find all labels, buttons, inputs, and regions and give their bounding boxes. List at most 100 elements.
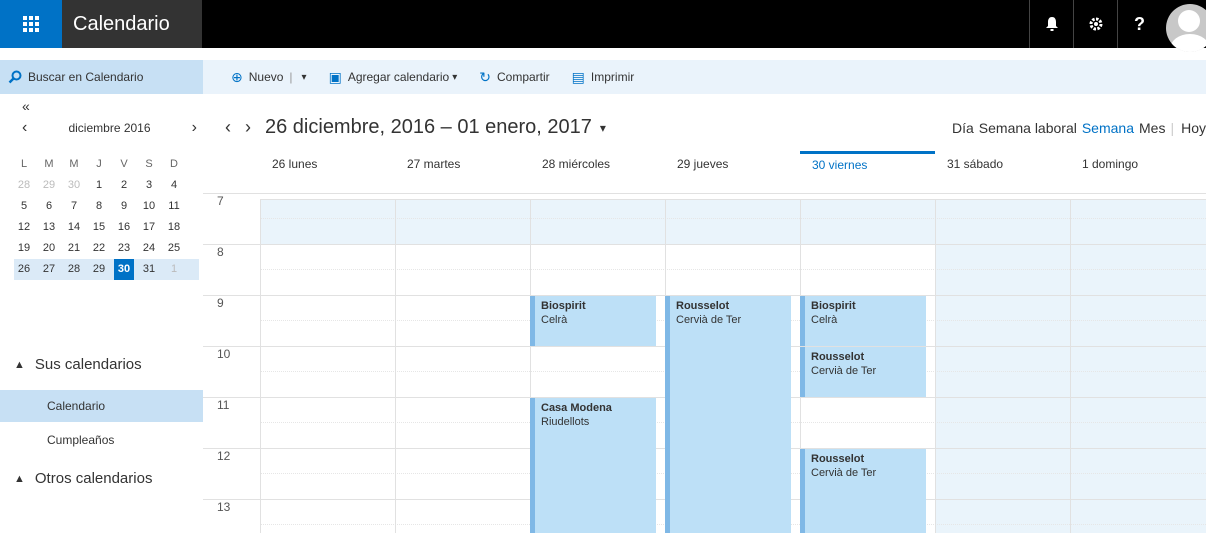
view-month[interactable]: Mes [1139, 120, 1165, 136]
left-navigation: « ‹ diciembre 2016 › L M M J V S D 28 29 30 1 2 3 4 5 6… [0, 94, 203, 533]
chevron-left-icon[interactable]: ‹ [22, 119, 42, 137]
mini-calendar-day[interactable]: 12 [14, 217, 34, 238]
calendar-add-icon: ▣ [328, 68, 342, 85]
calendar-event[interactable]: Rousselot Cervià de Ter [800, 449, 926, 533]
chevron-right-icon[interactable]: › [177, 119, 197, 137]
weekday-label: M [44, 158, 54, 170]
mini-calendar-day[interactable]: 17 [139, 217, 159, 238]
mini-calendar-day[interactable]: 4 [164, 175, 184, 196]
calendar-event[interactable]: Biospirit Celrà [530, 296, 656, 346]
calendar-event[interactable]: Casa Modena Riudellots [530, 398, 656, 533]
mini-calendar-day[interactable]: 30 [64, 175, 84, 196]
settings-button[interactable] [1073, 0, 1117, 48]
day-header[interactable]: 30 viernes [800, 151, 935, 177]
hour-divider [203, 193, 1206, 194]
mini-calendar-day[interactable]: 23 [114, 238, 134, 259]
mini-calendar-day[interactable]: 29 [39, 175, 59, 196]
all-day-row[interactable] [260, 178, 1206, 200]
share-icon: ↻ [479, 68, 491, 85]
mini-calendar-day[interactable]: 28 [14, 175, 34, 196]
avatar[interactable] [1166, 4, 1206, 52]
app-launcher-button[interactable] [0, 0, 62, 48]
weekday-label: S [145, 158, 153, 170]
previous-week-icon[interactable]: ‹ [225, 117, 231, 138]
day-column-divider [1070, 200, 1071, 533]
mini-calendar-day[interactable]: 7 [64, 196, 84, 217]
your-calendars-label: Sus calendarios [34, 356, 142, 373]
mini-calendar-day[interactable]: 30 [114, 259, 134, 280]
mini-calendar-day[interactable]: 13 [39, 217, 59, 238]
mini-calendar-day[interactable]: 19 [14, 238, 34, 259]
event-title: Rousselot [811, 351, 865, 363]
mini-calendar-day[interactable]: 14 [64, 217, 84, 238]
gear-icon [1089, 17, 1102, 31]
event-location: Cervià de Ter [811, 365, 877, 377]
day-column-divider [395, 200, 396, 533]
date-range-nav: ‹ › 26 diciembre, 2016 – 01 enero, 2017 … [225, 116, 606, 139]
day-header[interactable]: 31 sábado [935, 151, 1070, 177]
chevron-down-icon[interactable]: ▾ [302, 72, 307, 83]
other-calendars-header[interactable]: ▲ Otros calendarios [0, 470, 152, 487]
sidebar-item-cumpleanos[interactable]: Cumpleaños [0, 424, 203, 456]
mini-calendar-day[interactable]: 27 [39, 259, 59, 280]
mini-calendar-day[interactable]: 6 [39, 196, 59, 217]
your-calendars-header[interactable]: ▲ Sus calendarios [0, 356, 142, 373]
new-button[interactable]: ⊕ Nuevo | ▾ [231, 69, 307, 86]
day-header[interactable]: 26 lunes [260, 151, 395, 177]
mini-calendar-day[interactable]: 1 [89, 175, 109, 196]
mini-calendar-day[interactable]: 15 [89, 217, 109, 238]
search-icon [8, 70, 22, 84]
mini-calendar-day[interactable]: 20 [39, 238, 59, 259]
search-box[interactable]: Buscar en Calendario [0, 60, 203, 94]
add-calendar-button[interactable]: ▣ Agregar calendario ▾ [329, 69, 458, 86]
help-button[interactable]: ? [1117, 0, 1161, 48]
mini-calendar-day[interactable]: 11 [164, 196, 184, 217]
day-header[interactable]: 27 martes [395, 151, 530, 177]
divider: | [1170, 120, 1175, 136]
mini-calendar-day[interactable]: 5 [14, 196, 34, 217]
notifications-button[interactable] [1029, 0, 1073, 48]
mini-calendar-day[interactable]: 10 [139, 196, 159, 217]
view-work-week[interactable]: Semana laboral [979, 120, 1077, 136]
chevron-up-icon: ▲ [14, 472, 25, 485]
calendar-event[interactable]: Rousselot Cervià de Ter [665, 296, 791, 533]
view-day[interactable]: Día [952, 120, 974, 136]
half-hour-divider [260, 269, 1206, 270]
date-range-title[interactable]: 26 diciembre, 2016 – 01 enero, 2017 [265, 116, 592, 139]
today-button[interactable]: Hoy [1181, 120, 1206, 136]
day-headers: 26 lunes 27 martes 28 miércoles 29 jueves 30… [260, 151, 1206, 177]
event-location: Celrà [541, 314, 568, 326]
new-label: Nuevo [248, 70, 284, 84]
collapse-pane-icon[interactable]: « [22, 98, 30, 114]
mini-calendar-day[interactable]: 21 [64, 238, 84, 259]
mini-calendar-day[interactable]: 18 [164, 217, 184, 238]
day-header[interactable]: 28 miércoles [530, 151, 665, 177]
next-week-icon[interactable]: › [245, 117, 251, 138]
weekday-label: V [120, 158, 128, 170]
sidebar-item-calendario[interactable]: Calendario [0, 390, 203, 422]
mini-calendar-day[interactable]: 1 [164, 259, 184, 280]
mini-calendar-day[interactable]: 25 [164, 238, 184, 259]
chevron-down-icon[interactable]: ▾ [600, 121, 606, 135]
waffle-icon [23, 16, 39, 32]
mini-calendar-day[interactable]: 16 [114, 217, 134, 238]
print-button[interactable]: ▤ Imprimir [572, 69, 635, 86]
mini-calendar-day[interactable]: 3 [139, 175, 159, 196]
mini-calendar-day[interactable]: 8 [89, 196, 109, 217]
calendar-event[interactable]: Rousselot Cervià de Ter [800, 347, 926, 397]
mini-calendar-day[interactable]: 2 [114, 175, 134, 196]
share-button[interactable]: ↻ Compartir [479, 69, 549, 86]
mini-calendar-day[interactable]: 31 [139, 259, 159, 280]
view-week[interactable]: Semana [1082, 120, 1134, 136]
mini-calendar-day[interactable]: 24 [139, 238, 159, 259]
calendar-event[interactable]: Biospirit Celrà [800, 296, 926, 346]
day-header[interactable]: 29 jueves [665, 151, 800, 177]
app-title[interactable]: Calendario [62, 0, 202, 48]
hour-divider [203, 244, 1206, 245]
mini-calendar-day[interactable]: 29 [89, 259, 109, 280]
day-header[interactable]: 1 domingo [1070, 151, 1205, 177]
mini-calendar-day[interactable]: 28 [64, 259, 84, 280]
mini-calendar-day[interactable]: 9 [114, 196, 134, 217]
mini-calendar-day[interactable]: 26 [14, 259, 34, 280]
mini-calendar-day[interactable]: 22 [89, 238, 109, 259]
